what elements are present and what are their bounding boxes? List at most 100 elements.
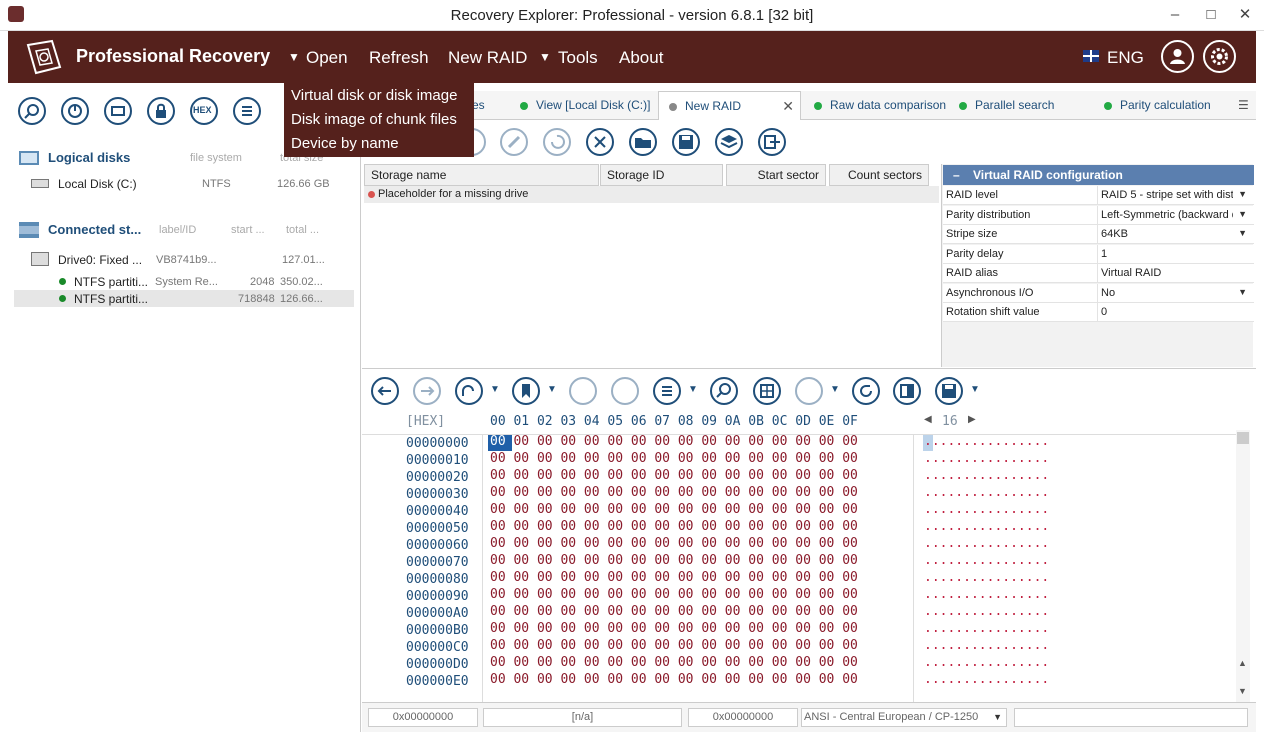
- hex-ascii-row[interactable]: ................: [924, 536, 1049, 551]
- hex-ascii-row[interactable]: ................: [924, 672, 1049, 687]
- analyze-tool-button[interactable]: [61, 97, 89, 125]
- hex-bytes-row[interactable]: 00 00 00 00 00 00 00 00 00 00 00 00 00 0…: [490, 468, 858, 483]
- tab-parity-calculation[interactable]: Parity calculation: [1104, 91, 1211, 120]
- hex-ascii-row[interactable]: ................: [924, 553, 1049, 568]
- open-arrow-icon[interactable]: ▼: [288, 50, 300, 64]
- hex-ascii-row[interactable]: ................: [924, 638, 1049, 653]
- edit-button[interactable]: [500, 128, 528, 156]
- hex-ascii-row[interactable]: ................: [924, 451, 1049, 466]
- menu-about[interactable]: About: [619, 48, 663, 68]
- menu-item-chunk-files[interactable]: Disk image of chunk files: [291, 111, 457, 128]
- language-selector[interactable]: ENG: [1107, 48, 1144, 68]
- tab-new-raid[interactable]: New RAID ✕: [658, 91, 801, 120]
- hex-ascii-row[interactable]: ................: [924, 519, 1049, 534]
- tab-raw-data-comparison[interactable]: Raw data comparison: [814, 91, 946, 120]
- hex-bytes-row[interactable]: 00 00 00 00 00 00 00 00 00 00 00 00 00 0…: [490, 621, 858, 636]
- hex-ascii-row[interactable]: ................: [924, 570, 1049, 585]
- hex-bytes-row[interactable]: 00 00 00 00 00 00 00 00 00 00 00 00 00 0…: [490, 553, 858, 568]
- list-view-button[interactable]: [653, 377, 681, 405]
- config-value[interactable]: RAID 5 - stripe set with distributed par…: [1101, 189, 1233, 201]
- hex-ascii-row[interactable]: ................: [924, 655, 1049, 670]
- back-button[interactable]: [371, 377, 399, 405]
- config-row[interactable]: Parity distribution Left-Symmetric (backw…: [943, 205, 1254, 225]
- hex-bytes-row[interactable]: 00 00 00 00 00 00 00 00 00 00 00 00 00 0…: [490, 536, 858, 551]
- menu-refresh[interactable]: Refresh: [369, 48, 429, 68]
- bookmark-dropdown-icon[interactable]: ▼: [547, 384, 557, 395]
- layers-button[interactable]: [715, 128, 743, 156]
- raid-config-header[interactable]: – Virtual RAID configuration: [943, 165, 1254, 185]
- chevron-down-icon[interactable]: ▼: [1238, 189, 1247, 199]
- config-row[interactable]: Parity delay 1: [943, 244, 1254, 264]
- menu-item-virtual-disk[interactable]: Virtual disk or disk image: [291, 87, 457, 104]
- hex-ascii-row[interactable]: ................: [924, 502, 1049, 517]
- goto-dropdown-icon[interactable]: ▼: [490, 384, 500, 395]
- encoding-select[interactable]: ANSI - Central European / CP-1250 ▼: [801, 708, 1007, 727]
- config-value[interactable]: 64KB: [1101, 228, 1233, 240]
- tab-parallel-search[interactable]: Parallel search: [959, 91, 1054, 120]
- hex-search-button[interactable]: [710, 377, 738, 405]
- list-tool-button[interactable]: [233, 97, 261, 125]
- save-hex-button[interactable]: [935, 377, 963, 405]
- settings-button[interactable]: [1203, 40, 1236, 73]
- config-row[interactable]: Stripe size 64KB ▼: [943, 225, 1254, 244]
- partition-name[interactable]: NTFS partiti...: [74, 292, 148, 306]
- copy-button[interactable]: [795, 377, 823, 405]
- hex-ascii-row[interactable]: ................: [924, 587, 1049, 602]
- hex-ascii-row[interactable]: ................: [924, 485, 1049, 500]
- scroll-thumb[interactable]: [1237, 432, 1249, 444]
- tab-overflow-icon[interactable]: ☰: [1238, 91, 1249, 120]
- save-button[interactable]: [672, 128, 700, 156]
- hex-bytes-row[interactable]: 00 00 00 00 00 00 00 00 00 00 00 00 00 0…: [490, 672, 858, 687]
- hex-tool-button[interactable]: HEX: [190, 97, 218, 125]
- config-row[interactable]: RAID level RAID 5 - stripe set with distr…: [943, 186, 1254, 205]
- copy-dropdown-icon[interactable]: ▼: [830, 384, 840, 395]
- chevron-down-icon[interactable]: ▼: [1238, 287, 1247, 297]
- hex-ascii-row[interactable]: ................: [924, 468, 1049, 483]
- tools-arrow-icon[interactable]: ▼: [539, 50, 551, 64]
- hex-bytes-row[interactable]: 00 00 00 00 00 00 00 00 00 00 00 00 00 0…: [490, 655, 858, 670]
- menu-tools[interactable]: Tools: [558, 48, 598, 68]
- minimize-button[interactable]: –: [1160, 4, 1190, 26]
- col-count-sectors[interactable]: Count sectors: [829, 164, 929, 186]
- drive-name[interactable]: Drive0: Fixed ...: [58, 253, 142, 267]
- hex-bytes-row[interactable]: 00 00 00 00 00 00 00 00 00 00 00 00 00 0…: [490, 519, 858, 534]
- disks-tool-button[interactable]: [104, 97, 132, 125]
- selected-byte[interactable]: 00: [490, 434, 506, 449]
- hex-bytes-row[interactable]: 00 00 00 00 00 00 00 00 00 00 00 00 00 0…: [490, 638, 858, 653]
- remove-button[interactable]: [586, 128, 614, 156]
- scroll-down-icon[interactable]: ▼: [1238, 686, 1247, 696]
- hex-bytes-row[interactable]: 00 00 00 00 00 00 00 00 00 00 00 00 00 0…: [490, 587, 858, 602]
- config-value[interactable]: 1: [1101, 248, 1233, 260]
- grid-button[interactable]: [753, 377, 781, 405]
- bookmark-button[interactable]: [512, 377, 540, 405]
- prev-bookmark-button[interactable]: [569, 377, 597, 405]
- chevron-down-icon[interactable]: ▼: [1238, 228, 1247, 238]
- config-value[interactable]: 0: [1101, 306, 1233, 318]
- col-storage-id[interactable]: Storage ID: [600, 164, 723, 186]
- hex-bytes-row[interactable]: 00 00 00 00 00 00 00 00 00 00 00 00 00 0…: [490, 570, 858, 585]
- logical-disk-name[interactable]: Local Disk (C:): [58, 177, 137, 191]
- hex-ascii-row[interactable]: ................: [924, 604, 1049, 619]
- forward-button[interactable]: [413, 377, 441, 405]
- close-tab-icon[interactable]: ✕: [782, 92, 794, 121]
- config-row[interactable]: Asynchronous I/O No ▼: [943, 283, 1254, 303]
- hex-bytes-row[interactable]: 00 00 00 00 00 00 00 00 00 00 00 00 00 0…: [490, 502, 858, 517]
- export-button[interactable]: [758, 128, 786, 156]
- config-row[interactable]: Rotation shift value 0: [943, 303, 1254, 322]
- panel-toggle-button[interactable]: [893, 377, 921, 405]
- chevron-down-icon[interactable]: ▼: [993, 709, 1002, 726]
- col-storage-name[interactable]: Storage name: [364, 164, 599, 186]
- tab-view-local-disk[interactable]: View [Local Disk (C:)]: [520, 91, 650, 120]
- next-bookmark-button[interactable]: [611, 377, 639, 405]
- goto-button[interactable]: [455, 377, 483, 405]
- menu-new-raid[interactable]: New RAID: [448, 48, 527, 68]
- hex-bytes-row[interactable]: 00 00 00 00 00 00 00 00 00 00 00 00 00 0…: [490, 604, 858, 619]
- menu-open[interactable]: Open: [306, 48, 348, 68]
- config-row[interactable]: RAID alias Virtual RAID: [943, 264, 1254, 283]
- lock-tool-button[interactable]: [147, 97, 175, 125]
- config-value[interactable]: Virtual RAID: [1101, 267, 1233, 279]
- menu-item-device-by-name[interactable]: Device by name: [291, 135, 399, 152]
- config-value[interactable]: No: [1101, 287, 1233, 299]
- width-decrease-icon[interactable]: ◀: [924, 414, 932, 425]
- search-tool-button[interactable]: [18, 97, 46, 125]
